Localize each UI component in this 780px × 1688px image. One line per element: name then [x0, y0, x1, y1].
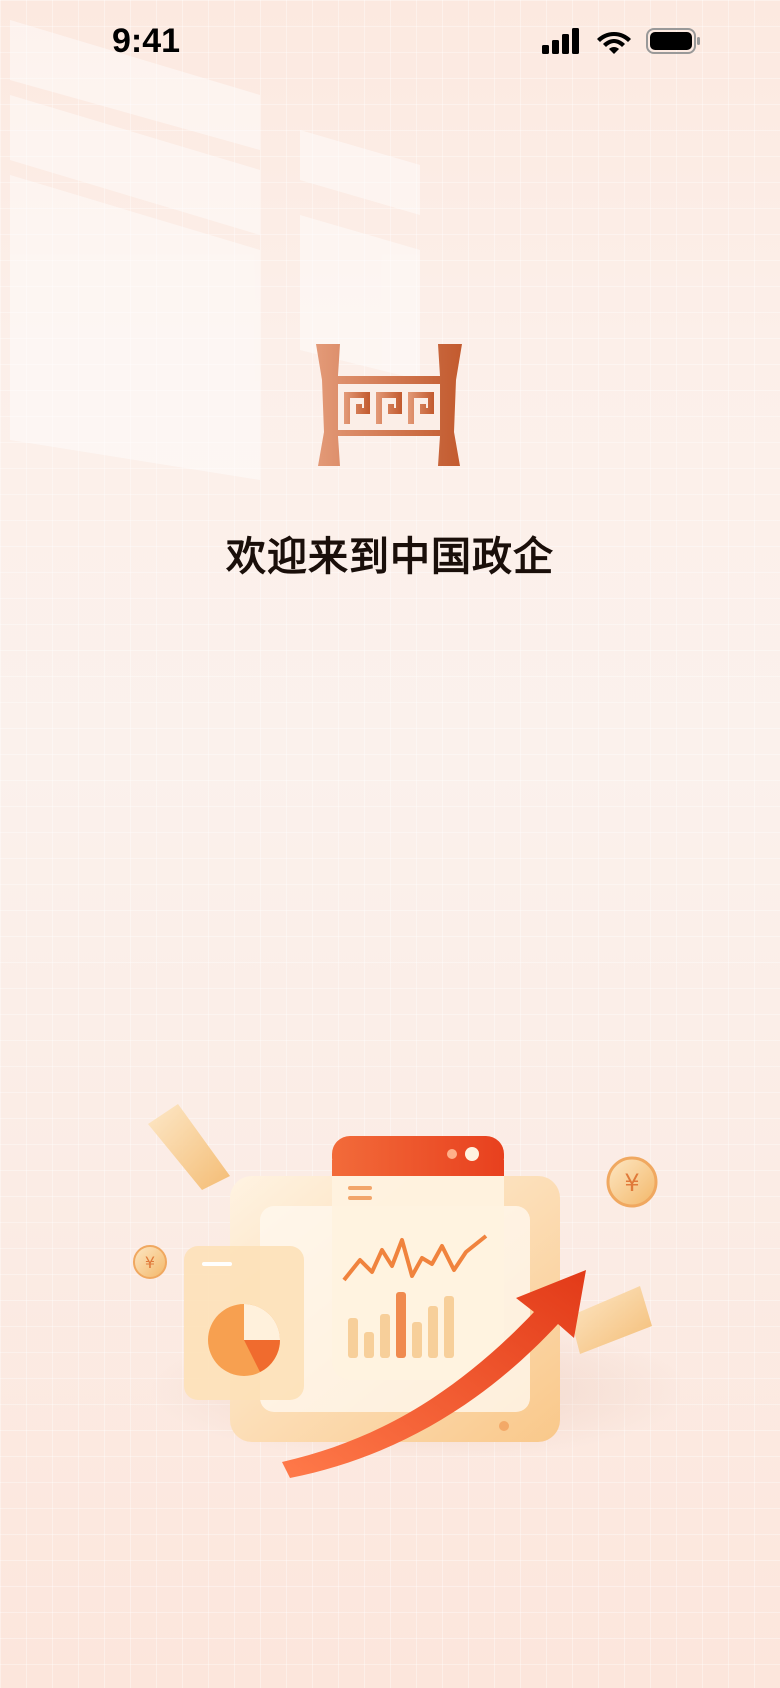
status-time: 9:41	[112, 22, 181, 60]
status-bar: 9:41	[0, 0, 780, 90]
cellular-signal-icon	[542, 28, 579, 54]
ticket-icon	[148, 1104, 230, 1190]
svg-text:¥: ¥	[145, 1253, 155, 1272]
wifi-icon	[597, 32, 631, 54]
battery-icon	[646, 28, 700, 54]
svg-text:¥: ¥	[624, 1169, 639, 1197]
welcome-title: 欢迎来到中国政企	[226, 534, 554, 580]
coin-yuan-icon: ¥	[606, 1156, 658, 1208]
brand-logo-icon	[316, 344, 462, 466]
line-chart-card	[332, 1136, 504, 1380]
pie-chart-card	[184, 1246, 304, 1400]
coin-yuan-icon: ¥	[133, 1245, 167, 1279]
finance-dashboard-illustration: ¥ ¥	[133, 1104, 680, 1478]
